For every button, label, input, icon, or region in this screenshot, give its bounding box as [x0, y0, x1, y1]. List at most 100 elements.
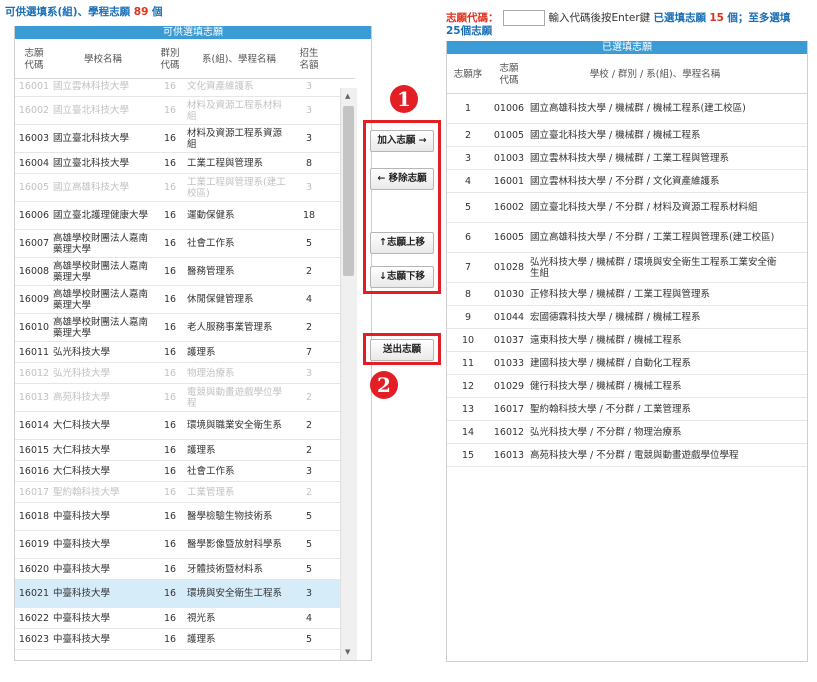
row-dept: 社會工作系: [187, 460, 291, 482]
available-row[interactable]: 16010 高雄學校財團法人嘉南藥理大學 16 老人服務事業管理系 2: [15, 313, 355, 342]
available-row[interactable]: 16007 高雄學校財團法人嘉南藥理大學 16 社會工作系 5: [15, 229, 355, 258]
row-spacer: [781, 443, 807, 467]
row-quota: 3: [291, 76, 327, 97]
available-row[interactable]: 16005 國立高雄科技大學 16 工業工程與管理系(建工校區) 3: [15, 173, 355, 202]
available-row[interactable]: 16009 高雄學校財團法人嘉南藥理大學 16 休閒保健管理系 4: [15, 285, 355, 314]
row-code: 16008: [15, 257, 53, 286]
row-school: 中臺科技大學: [53, 607, 153, 629]
row-quota: 4: [291, 607, 327, 629]
selected-row[interactable]: 3 01003 國立雲林科技大學 / 機械群 / 工業工程與管理系: [447, 146, 807, 170]
scroll-up-arrow-icon[interactable]: ▲: [345, 92, 350, 100]
selected-count: 15: [709, 12, 724, 24]
available-row[interactable]: 16020 中臺科技大學 16 牙體技術暨材料系 5: [15, 558, 355, 580]
available-row[interactable]: 16022 中臺科技大學 16 視光系 4: [15, 607, 355, 629]
available-row[interactable]: 16004 國立臺北科技大學 16 工業工程與管理系 8: [15, 152, 355, 174]
selected-row[interactable]: 11 01033 建國科技大學 / 機械群 / 自動化工程系: [447, 351, 807, 375]
row-name: 健行科技大學 / 機械群 / 機械工程系: [529, 374, 781, 398]
row-quota: 3: [291, 124, 327, 153]
row-dept: 醫學影像暨放射科學系: [187, 530, 291, 559]
row-order: 9: [447, 305, 489, 329]
row-code: 01005: [489, 123, 529, 147]
selected-row[interactable]: 8 01030 正修科技大學 / 機械群 / 工業工程與管理系: [447, 282, 807, 306]
row-order: 10: [447, 328, 489, 352]
selected-row[interactable]: 5 16002 國立臺北科技大學 / 不分群 / 材料及資源工程系材料組: [447, 192, 807, 223]
row-school: 中臺科技大學: [53, 530, 153, 559]
row-code: 16004: [15, 152, 53, 174]
row-name: 弘光科技大學 / 不分群 / 物理治療系: [529, 420, 781, 444]
code-input[interactable]: [502, 10, 545, 26]
row-spacer: [781, 328, 807, 352]
row-spacer: [781, 93, 807, 124]
selected-row[interactable]: 14 16012 弘光科技大學 / 不分群 / 物理治療系: [447, 420, 807, 444]
available-row[interactable]: 16014 大仁科技大學 16 環境與職業安全衛生系 2: [15, 411, 355, 440]
available-row[interactable]: 16017 聖約翰科技大學 16 工業管理系 2: [15, 481, 355, 503]
available-row[interactable]: 16018 中臺科技大學 16 醫學檢驗生物技術系 5: [15, 502, 355, 531]
selected-row[interactable]: 7 01028 弘光科技大學 / 機械群 / 環境與安全衛生工程系工業安全衛生組: [447, 252, 807, 283]
row-school: 中臺科技大學: [53, 558, 153, 580]
selected-row[interactable]: 10 01037 遠東科技大學 / 機械群 / 機械工程系: [447, 328, 807, 352]
row-school: 中臺科技大學: [53, 502, 153, 531]
row-order: 7: [447, 252, 489, 283]
selected-row[interactable]: 2 01005 國立臺北科技大學 / 機械群 / 機械工程系: [447, 123, 807, 147]
add-choice-button[interactable]: 加入志願 →: [370, 130, 434, 152]
row-code: 01028: [489, 252, 529, 283]
available-row[interactable]: 16008 高雄學校財團法人嘉南藥理大學 16 醫務管理系 2: [15, 257, 355, 286]
code-hint: 輸入代碼後按Enter鍵: [548, 12, 651, 24]
vertical-scrollbar[interactable]: ▲ ▼: [340, 88, 357, 660]
row-order: 5: [447, 192, 489, 223]
available-table-scroll[interactable]: 16001 國立雲林科技大學 16 文化資產維護系 3 16002 國立臺北科技大學 16 材料…: [15, 56, 355, 660]
selected-row[interactable]: 13 16017 聖約翰科技大學 / 不分群 / 工業管理系: [447, 397, 807, 421]
available-row[interactable]: 16021 中臺科技大學 16 環境與安全衛生工程系 3: [15, 579, 355, 608]
row-code: 16017: [489, 397, 529, 421]
selected-table: 志願序 志願 代碼 學校 / 群別 / 系(組)、學程名稱 1 01006 國立高雄科技大…: [447, 57, 807, 467]
row-school: 弘光科技大學: [53, 341, 153, 363]
available-row[interactable]: 16016 大仁科技大學 16 社會工作系 3: [15, 460, 355, 482]
selected-row[interactable]: 1 01006 國立高雄科技大學 / 機械群 / 機械工程系(建工校區): [447, 93, 807, 124]
row-dept: 材料及資源工程系材料組: [187, 96, 291, 125]
move-down-button[interactable]: ↓志願下移: [370, 266, 434, 288]
row-school: 聖約翰科技大學: [53, 481, 153, 503]
row-quota: 5: [291, 502, 327, 531]
row-school: 弘光科技大學: [53, 362, 153, 384]
row-dept: 護理系: [187, 341, 291, 363]
selected-row[interactable]: 6 16005 國立高雄科技大學 / 不分群 / 工業工程與管理系(建工校區): [447, 222, 807, 253]
available-row[interactable]: 16006 國立臺北護理健康大學 16 運動保健系 18: [15, 201, 355, 230]
row-dept: 社會工作系: [187, 229, 291, 258]
selected-row[interactable]: 9 01044 宏國德霖科技大學 / 機械群 / 機械工程系: [447, 305, 807, 329]
available-row[interactable]: 16012 弘光科技大學 16 物理治療系 3: [15, 362, 355, 384]
available-title-suffix: 個: [152, 6, 163, 18]
row-group: 16: [153, 173, 187, 202]
row-name: 國立高雄科技大學 / 不分群 / 工業工程與管理系(建工校區): [529, 222, 781, 253]
available-row[interactable]: 16003 國立臺北科技大學 16 材料及資源工程系資源組 3: [15, 124, 355, 153]
row-code: 16006: [15, 201, 53, 230]
row-group: 16: [153, 229, 187, 258]
row-order: 15: [447, 443, 489, 467]
available-row[interactable]: 16001 國立雲林科技大學 16 文化資產維護系 3: [15, 76, 355, 97]
available-row[interactable]: 16023 中臺科技大學 16 護理系 5: [15, 628, 355, 650]
row-quota: 2: [291, 313, 327, 342]
row-school: 高雄學校財團法人嘉南藥理大學: [53, 257, 153, 286]
row-spacer: [781, 282, 807, 306]
available-row[interactable]: 16019 中臺科技大學 16 醫學影像暨放射科學系 5: [15, 530, 355, 559]
available-row[interactable]: 16015 大仁科技大學 16 護理系 2: [15, 439, 355, 461]
selected-row[interactable]: 4 16001 國立雲林科技大學 / 不分群 / 文化資產維護系: [447, 169, 807, 193]
remove-choice-button[interactable]: ← 移除志願: [370, 168, 434, 190]
scroll-thumb[interactable]: [343, 106, 354, 276]
row-group: 16: [153, 411, 187, 440]
available-row[interactable]: 16013 高苑科技大學 16 電競與動畫遊戲學位學程 2: [15, 383, 355, 412]
row-group: 16: [153, 530, 187, 559]
move-up-button[interactable]: ↑志願上移: [370, 232, 434, 254]
selected-row[interactable]: 15 16013 高苑科技大學 / 不分群 / 電競與動畫遊戲學位學程: [447, 443, 807, 467]
row-dept: 環境與職業安全衛生系: [187, 411, 291, 440]
available-row[interactable]: 16011 弘光科技大學 16 護理系 7: [15, 341, 355, 363]
submit-choices-button[interactable]: 送出志願: [370, 339, 434, 361]
selected-row[interactable]: 12 01029 健行科技大學 / 機械群 / 機械工程系: [447, 374, 807, 398]
column-header: 學校 / 群別 / 系(組)、學程名稱: [529, 57, 781, 94]
scroll-down-arrow-icon[interactable]: ▼: [345, 648, 350, 656]
row-dept: 材料及資源工程系資源組: [187, 124, 291, 153]
row-group: 16: [153, 124, 187, 153]
row-quota: 7: [291, 341, 327, 363]
row-quota: 3: [291, 460, 327, 482]
available-row[interactable]: 16002 國立臺北科技大學 16 材料及資源工程系材料組 3: [15, 96, 355, 125]
row-name: 遠東科技大學 / 機械群 / 機械工程系: [529, 328, 781, 352]
